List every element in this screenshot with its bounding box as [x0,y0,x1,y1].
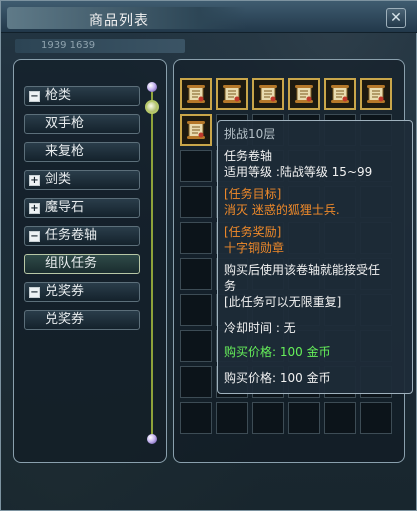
empty-slot[interactable] [180,330,212,362]
category-item-5[interactable]: − 任务卷轴 [24,226,140,246]
close-button[interactable]: ✕ [386,8,406,28]
tooltip-reward-text: 十字铜勋章 [224,241,285,255]
item-tooltip: 挑战10层 任务卷轴 适用等级 :陆战等级 15~99 [任务目标] 消灭 迷惑… [217,120,413,394]
tooltip-desc-line3: [此任务可以无限重复] [224,295,342,309]
tooltip-desc-line1: 购买后使用该卷轴就能接受任 [224,263,381,277]
item-slot[interactable] [252,78,284,110]
category-label: 双手枪 [45,116,85,131]
category-label: 兑奖券 [45,312,85,327]
expand-icon[interactable]: + [29,203,40,214]
subcategory-item-2[interactable]: 来复枪 [24,142,140,162]
quest-scroll-icon [187,85,205,103]
item-slot[interactable] [288,78,320,110]
category-label: 枪类 [45,88,72,103]
currency-bar: 1939 1639 [15,39,185,53]
item-slot[interactable] [360,78,392,110]
empty-slot[interactable] [324,402,356,434]
empty-slot[interactable] [180,222,212,254]
category-label: 任务卷轴 [45,228,98,243]
tooltip-desc-line2: 务 [224,279,237,293]
collapse-icon[interactable]: − [29,231,40,242]
category-item-0[interactable]: − 枪类 [24,86,140,106]
shop-window: 商品列表 ✕ 1939 1639 − 枪类 双手枪 来复枪 + 剑类 + 魔导石 − 任务卷轴 组队… [0,0,417,511]
scrollbar-thumb[interactable] [145,100,159,114]
empty-slot[interactable] [180,402,212,434]
quest-scroll-icon [223,85,241,103]
scrollbar-track [151,90,153,436]
collapse-icon[interactable]: − [29,91,40,102]
subcategory-item-8[interactable]: 兑奖券 [24,310,140,330]
tooltip-item-name: 挑战10层 [224,127,276,141]
empty-slot[interactable] [180,150,212,182]
tooltip-item-type: 任务卷轴 [224,149,273,163]
category-label: 兑奖券 [45,284,85,299]
category-item-3[interactable]: + 剑类 [24,170,140,190]
quest-scroll-icon [259,85,277,103]
item-slot[interactable] [180,78,212,110]
category-item-7[interactable]: − 兑奖券 [24,282,140,302]
empty-slot[interactable] [360,402,392,434]
category-scrollbar[interactable] [145,82,159,444]
tooltip-price-1: 购买价格: 100 金币 [224,345,331,359]
quest-scroll-icon [367,85,385,103]
empty-slot[interactable] [288,402,320,434]
subcategory-item-1[interactable]: 双手枪 [24,114,140,134]
empty-slot[interactable] [180,258,212,290]
tooltip-requirement: 适用等级 :陆战等级 15~99 [224,165,373,179]
tooltip-reward-header: [任务奖励] [224,225,282,239]
subcategory-item-6[interactable]: 组队任务 [24,254,140,274]
empty-slot[interactable] [216,402,248,434]
item-slot[interactable] [216,78,248,110]
scroll-up-icon[interactable] [147,82,157,92]
tooltip-goal-header: [任务目标] [224,187,282,201]
expand-icon[interactable]: + [29,175,40,186]
item-slot[interactable] [180,114,212,146]
empty-slot[interactable] [180,366,212,398]
scroll-down-icon[interactable] [147,434,157,444]
category-label: 魔导石 [45,200,85,215]
window-title: 商品列表 [89,13,149,29]
title-bar[interactable]: 商品列表 ✕ [1,1,417,33]
category-panel: − 枪类 双手枪 来复枪 + 剑类 + 魔导石 − 任务卷轴 组队任务 − 兑奖券 兑奖券 [13,59,167,463]
category-label: 来复枪 [45,144,85,159]
tooltip-price-2: 购买价格: 100 金币 [224,371,331,385]
collapse-icon[interactable]: − [29,287,40,298]
item-slot[interactable] [324,78,356,110]
category-label: 组队任务 [45,256,98,271]
empty-slot[interactable] [180,294,212,326]
empty-slot[interactable] [180,186,212,218]
quest-scroll-icon [295,85,313,103]
category-label: 剑类 [45,172,72,187]
empty-slot[interactable] [252,402,284,434]
tooltip-goal-text: 消灭 迷惑的狐狸士兵. [224,203,340,217]
quest-scroll-icon [187,121,205,139]
quest-scroll-icon [331,85,349,103]
category-item-4[interactable]: + 魔导石 [24,198,140,218]
tooltip-cooldown: 冷却时间 : 无 [224,321,296,335]
